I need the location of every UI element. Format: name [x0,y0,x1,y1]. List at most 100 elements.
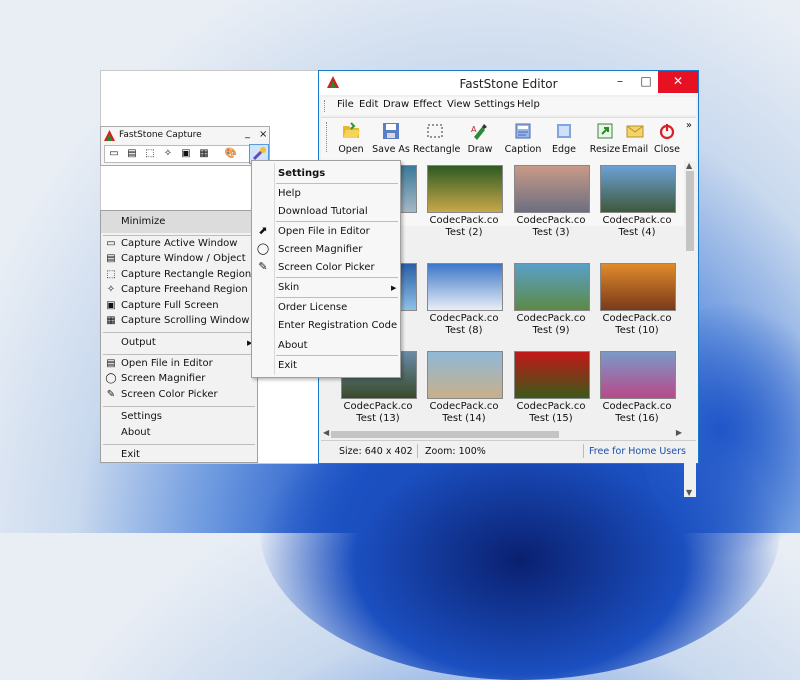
minimize-label[interactable]: Minimize [121,216,165,227]
menu-effect[interactable]: Effect [413,99,442,110]
open-label: Open [338,144,364,155]
rectangle-region-icon: ⬚ [106,269,116,280]
menu-capture-freehand-region[interactable]: Capture Freehand Region [121,284,248,295]
vertical-scroll-thumb[interactable] [686,171,694,251]
output-palette-icon[interactable]: 🎨 [222,148,240,160]
scroll-right-icon[interactable]: ▶ [676,428,682,437]
thumbnail-item[interactable]: CodecPack.co Test (4) [594,165,680,245]
menu-separator [276,297,398,298]
thumbnail-caption-number: Test (10) [615,325,659,336]
draw-button[interactable]: A Draw [458,120,502,158]
scroll-up-icon[interactable]: ▲ [686,161,692,170]
faststone-logo-icon [104,130,115,141]
maximize-button[interactable]: □ [633,71,659,93]
menu-capture-scrolling-window[interactable]: Capture Scrolling Window [121,315,249,326]
thumbnail-caption-number: Test (3) [532,227,570,238]
magnifier-icon: ◯ [105,373,117,384]
freehand-region-icon: ✧ [106,284,116,295]
submenu-skin[interactable]: Skin [278,282,299,293]
submenu-about[interactable]: About [278,340,308,351]
menu-exit[interactable]: Exit [121,449,140,460]
menu-capture-full-screen[interactable]: Capture Full Screen [121,300,219,311]
open-button[interactable]: Open [329,120,373,158]
close-tool-button[interactable]: Close [645,120,689,158]
menu-capture-rectangle-region[interactable]: Capture Rectangle Region [121,269,251,280]
minimize-button[interactable]: – [607,71,633,93]
menu-settings[interactable]: Settings [121,411,162,422]
magnifier-icon: ◯ [256,242,270,255]
thumbnail-item[interactable]: CodecPack.co Test (9) [508,263,594,343]
thumbnail-item[interactable]: CodecPack.co Test (10) [594,263,680,343]
thumbnail-item[interactable]: CodecPack.co Test (16) [594,351,680,431]
menu-output[interactable]: Output [121,337,156,348]
menu-gutter [274,163,275,375]
thumbnail-item[interactable]: CodecPack.co Test (8) [421,263,507,343]
menu-capture-active-window[interactable]: Capture Active Window [121,238,237,249]
submenu-order-license[interactable]: Order License [278,302,347,313]
edge-button[interactable]: Edge [542,120,586,158]
capture-rectangle-icon[interactable]: ⬚ [144,148,156,160]
full-screen-icon: ▣ [106,300,116,311]
editor-statusbar: Size: 640 x 402 Zoom: 100% Free for Home… [321,440,696,461]
thumbnail-image [600,165,676,213]
submenu-download-tutorial[interactable]: Download Tutorial [278,206,368,217]
submenu-open-file-in-editor[interactable]: Open File in Editor [278,226,370,237]
close-tool-label: Close [654,144,680,155]
menu-view[interactable]: View [447,99,471,110]
thumbnail-item[interactable]: CodecPack.co Test (3) [508,165,594,245]
submenu-arrow-icon: ▶ [391,284,397,292]
thumbnail-item[interactable]: CodecPack.co Test (15) [508,351,594,431]
free-for-home-users-link[interactable]: Free for Home Users [589,446,686,457]
submenu-exit[interactable]: Exit [278,360,297,371]
capture-window-object-icon[interactable]: ▤ [126,148,138,160]
thumbnail-caption-number: Test (9) [532,325,570,336]
thumbnail-image [427,165,503,213]
menu-separator [276,277,398,278]
submenu-screen-color-picker[interactable]: Screen Color Picker [278,262,375,273]
color-picker-icon: ✎ [106,389,116,400]
horizontal-scrollbar[interactable]: ◀ ▶ [321,428,684,440]
menu-open-file-in-editor[interactable]: Open File in Editor [121,358,213,369]
menu-separator [103,354,255,355]
menu-capture-window-object[interactable]: Capture Window / Object [121,253,246,264]
capture-freehand-icon[interactable]: ✧ [162,148,174,160]
floppy-icon [383,123,399,139]
menu-draw[interactable]: Draw [383,99,409,110]
horizontal-scroll-thumb[interactable] [331,431,559,438]
submenu-enter-registration-code[interactable]: Enter Registration Code [278,320,397,331]
svg-text:A: A [471,125,477,134]
capture-minimize-button[interactable]: _ [245,128,250,139]
status-zoom: Zoom: 100% [425,446,486,457]
toolbar-more-button[interactable]: » [686,120,692,131]
edge-label: Edge [552,144,576,155]
close-button[interactable]: ✕ [658,71,698,93]
editor-titlebar[interactable]: FastStone Editor – □ ✕ [319,71,698,95]
menu-file[interactable]: File [337,99,354,110]
editor-menubar: File Edit Draw Effect View Settings Help [321,97,696,115]
menu-screen-color-picker[interactable]: Screen Color Picker [121,389,218,400]
thumbnail-caption-number: Test (16) [615,413,659,424]
scroll-left-icon[interactable]: ◀ [323,428,329,437]
caption-label: Caption [504,144,542,155]
rectangle-button[interactable]: Rectangle [413,120,460,158]
caption-button[interactable]: Caption [501,120,545,158]
thumbnail-item[interactable]: CodecPack.co Test (14) [421,351,507,431]
capture-close-button[interactable]: × [259,129,267,140]
thumbnail-image [514,263,590,311]
capture-scrolling-icon[interactable]: ▦ [198,148,210,160]
open-in-editor-icon: ⬈ [258,224,268,237]
submenu-help[interactable]: Help [278,188,301,199]
thumbnail-item[interactable]: CodecPack.co Test (2) [421,165,507,245]
status-separator [417,444,418,458]
capture-full-screen-icon[interactable]: ▣ [180,148,192,160]
menu-edit[interactable]: Edit [359,99,378,110]
menu-screen-magnifier[interactable]: Screen Magnifier [121,373,205,384]
save-as-button[interactable]: Save As [369,120,413,158]
submenu-settings[interactable]: Settings [278,168,325,179]
menu-about[interactable]: About [121,427,151,438]
menu-help[interactable]: Help [517,99,540,110]
scroll-down-icon[interactable]: ▼ [686,488,692,497]
capture-active-window-icon[interactable]: ▭ [108,148,120,160]
submenu-screen-magnifier[interactable]: Screen Magnifier [278,244,362,255]
menu-settings[interactable]: Settings [474,99,515,110]
